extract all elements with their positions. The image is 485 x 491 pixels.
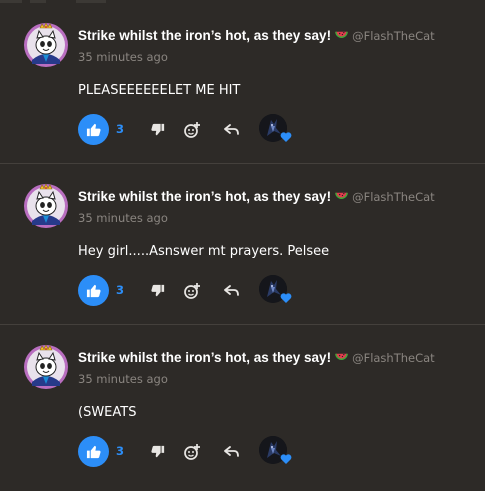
- watermelon-emoji-icon: [335, 353, 348, 360]
- dislike-button[interactable]: [148, 442, 168, 462]
- reactor-badge[interactable]: [259, 275, 293, 309]
- thumbs-down-icon: [151, 284, 165, 297]
- comment-actions: 3: [78, 275, 478, 307]
- top-edge-strip: [0, 0, 485, 3]
- comment-item: Strike whilst the iron’s hot, as they sa…: [0, 344, 485, 491]
- author-avatar[interactable]: [23, 344, 69, 390]
- heart-icon: [280, 454, 292, 464]
- like-count: 3: [116, 444, 125, 458]
- comment-timestamp: 35 minutes ago: [78, 50, 168, 64]
- add-reaction-icon: [184, 283, 200, 299]
- reactor-badge[interactable]: [259, 114, 293, 148]
- comment-item: Strike whilst the iron’s hot, as they sa…: [0, 22, 485, 182]
- author-display-name[interactable]: Strike whilst the iron’s hot, as they sa…: [78, 350, 331, 365]
- comment-body: PLEASEEEEEELET ME HIT: [78, 83, 241, 98]
- comment-divider: [0, 163, 485, 164]
- like-button[interactable]: [78, 275, 109, 306]
- heart-icon: [280, 293, 292, 303]
- author-avatar[interactable]: [23, 22, 69, 68]
- add-reaction-button[interactable]: [182, 120, 202, 140]
- add-reaction-button[interactable]: [182, 442, 202, 462]
- comment-item: Strike whilst the iron’s hot, as they sa…: [0, 183, 485, 343]
- reply-arrow-icon: [224, 124, 239, 135]
- comment-body: (SWEATS: [78, 405, 137, 420]
- like-button[interactable]: [78, 114, 109, 145]
- like-count: 3: [116, 283, 125, 297]
- reply-arrow-icon: [224, 446, 239, 457]
- comment-header: Strike whilst the iron’s hot, as they sa…: [78, 350, 435, 366]
- author-display-name[interactable]: Strike whilst the iron’s hot, as they sa…: [78, 28, 331, 43]
- thumbs-down-icon: [151, 123, 165, 136]
- watermelon-emoji-icon: [335, 31, 348, 38]
- author-handle[interactable]: @FlashTheCat: [352, 351, 435, 365]
- comment-body: Hey girl.....Asnswer mt prayers. Pelsee: [78, 244, 330, 259]
- thumbs-down-icon: [151, 445, 165, 458]
- reply-button[interactable]: [222, 120, 242, 140]
- thumbs-up-icon: [86, 284, 101, 298]
- author-handle[interactable]: @FlashTheCat: [352, 29, 435, 43]
- dislike-button[interactable]: [148, 281, 168, 301]
- comment-timestamp: 35 minutes ago: [78, 211, 168, 225]
- comment-actions: 3: [78, 436, 478, 468]
- comment-divider: [0, 324, 485, 325]
- comment-header: Strike whilst the iron’s hot, as they sa…: [78, 189, 435, 205]
- like-count: 3: [116, 122, 125, 136]
- comment-actions: 3: [78, 114, 478, 146]
- like-button[interactable]: [78, 436, 109, 467]
- reply-button[interactable]: [222, 442, 242, 462]
- add-reaction-button[interactable]: [182, 281, 202, 301]
- thumbs-up-icon: [86, 123, 101, 137]
- comment-header: Strike whilst the iron’s hot, as they sa…: [78, 28, 435, 44]
- add-reaction-icon: [184, 122, 200, 138]
- reply-arrow-icon: [224, 285, 239, 296]
- comment-feed: Strike whilst the iron’s hot, as they sa…: [0, 0, 485, 491]
- author-handle[interactable]: @FlashTheCat: [352, 190, 435, 204]
- add-reaction-icon: [184, 444, 200, 460]
- author-display-name[interactable]: Strike whilst the iron’s hot, as they sa…: [78, 189, 331, 204]
- reply-button[interactable]: [222, 281, 242, 301]
- watermelon-emoji-icon: [335, 192, 348, 199]
- dislike-button[interactable]: [148, 120, 168, 140]
- author-avatar[interactable]: [23, 183, 69, 229]
- comment-timestamp: 35 minutes ago: [78, 372, 168, 386]
- thumbs-up-icon: [86, 445, 101, 459]
- reactor-badge[interactable]: [259, 436, 293, 470]
- heart-icon: [280, 132, 292, 142]
